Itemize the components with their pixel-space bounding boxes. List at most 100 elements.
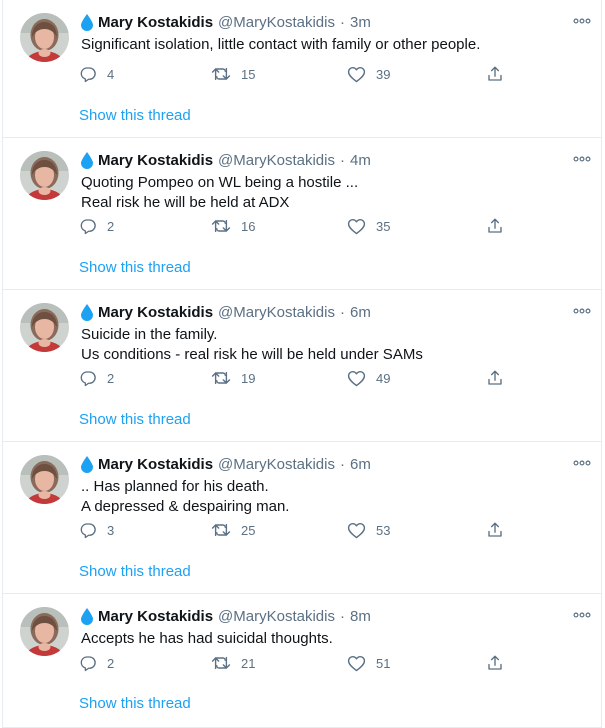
reply-icon	[79, 369, 97, 387]
retweet-count: 16	[241, 218, 256, 234]
retweet-button[interactable]: 15	[211, 64, 255, 84]
like-count: 39	[376, 66, 391, 82]
share-icon	[486, 654, 504, 672]
tweet-text-line: Accepts he has had suicidal thoughts.	[81, 630, 333, 647]
reply-button[interactable]: 4	[79, 64, 114, 84]
avatar[interactable]	[20, 607, 69, 656]
separator: ·	[339, 303, 345, 321]
reply-icon	[79, 521, 97, 539]
author-handle[interactable]: @MaryKostakidis	[218, 14, 335, 31]
retweet-icon	[211, 369, 231, 387]
share-button[interactable]	[486, 216, 504, 236]
separator: ·	[339, 151, 345, 169]
reply-count: 2	[107, 370, 115, 386]
author-handle[interactable]: @MaryKostakidis	[218, 456, 335, 473]
water-drop-icon	[81, 303, 93, 321]
avatar[interactable]	[20, 13, 69, 62]
separator: ·	[339, 13, 345, 31]
reply-icon	[79, 65, 97, 83]
tweet[interactable]: Mary Kostakidis @MaryKostakidis · 6m .. …	[2, 442, 602, 594]
share-button[interactable]	[486, 520, 504, 540]
tweet[interactable]: Mary Kostakidis @MaryKostakidis · 8m Acc…	[2, 594, 602, 728]
tweet-text-line: Significant isolation, little contact wi…	[81, 36, 481, 53]
more-dots-icon[interactable]	[571, 14, 593, 28]
more-dots-icon[interactable]	[571, 608, 593, 622]
show-thread-link[interactable]: Show this thread	[79, 695, 191, 712]
share-button[interactable]	[486, 368, 504, 388]
retweet-count: 19	[241, 370, 256, 386]
tweet-text: Quoting Pompeo on WL being a hostile ...…	[81, 173, 358, 213]
retweet-button[interactable]: 25	[211, 520, 255, 540]
show-thread-link[interactable]: Show this thread	[79, 563, 191, 580]
heart-icon	[347, 65, 366, 83]
show-thread-link[interactable]: Show this thread	[79, 411, 191, 428]
author-name[interactable]: Mary Kostakidis	[98, 456, 213, 473]
retweet-count: 15	[241, 66, 256, 82]
reply-button[interactable]: 2	[79, 653, 114, 673]
like-button[interactable]: 35	[347, 216, 390, 236]
water-drop-icon	[81, 13, 93, 31]
tweet-text: .. Has planned for his death. A depresse…	[81, 477, 289, 517]
retweet-count: 25	[241, 522, 256, 538]
share-button[interactable]	[486, 653, 504, 673]
like-button[interactable]: 51	[347, 653, 390, 673]
share-icon	[486, 65, 504, 83]
water-drop-icon	[81, 455, 93, 473]
timestamp[interactable]: 6m	[350, 456, 371, 473]
retweet-button[interactable]: 16	[211, 216, 255, 236]
tweet-text-line: Real risk he will be held at ADX	[81, 194, 290, 211]
like-count: 49	[376, 370, 391, 386]
more-dots-icon[interactable]	[571, 456, 593, 470]
tweet-text-line: Us conditions - real risk he will be hel…	[81, 346, 423, 363]
timestamp[interactable]: 3m	[350, 14, 371, 31]
retweet-icon	[211, 521, 231, 539]
author-name[interactable]: Mary Kostakidis	[98, 14, 213, 31]
tweet-text: Significant isolation, little contact wi…	[81, 35, 480, 55]
more-dots-icon[interactable]	[571, 152, 593, 166]
avatar[interactable]	[20, 151, 69, 200]
reply-count: 4	[107, 66, 115, 82]
tweet[interactable]: Mary Kostakidis @MaryKostakidis · 3m Sig…	[2, 0, 602, 138]
share-button[interactable]	[486, 64, 504, 84]
separator: ·	[339, 607, 345, 625]
tweet-text-line: A depressed & despairing man.	[81, 498, 290, 515]
more-dots-icon[interactable]	[571, 304, 593, 318]
retweet-icon	[211, 217, 231, 235]
show-thread-link[interactable]: Show this thread	[79, 259, 191, 276]
author-name[interactable]: Mary Kostakidis	[98, 608, 213, 625]
tweet-actions: 4 15 39	[79, 64, 519, 84]
retweet-button[interactable]: 19	[211, 368, 255, 388]
tweet[interactable]: Mary Kostakidis @MaryKostakidis · 4m Quo…	[2, 138, 602, 290]
reply-icon	[79, 654, 97, 672]
author-handle[interactable]: @MaryKostakidis	[218, 304, 335, 321]
tweet[interactable]: Mary Kostakidis @MaryKostakidis · 6m Sui…	[2, 290, 602, 442]
like-count: 35	[376, 218, 391, 234]
water-drop-icon	[81, 607, 93, 625]
reply-button[interactable]: 2	[79, 368, 114, 388]
avatar[interactable]	[20, 303, 69, 352]
separator: ·	[339, 455, 345, 473]
retweet-count: 21	[241, 655, 256, 671]
reply-button[interactable]: 3	[79, 520, 114, 540]
like-button[interactable]: 53	[347, 520, 390, 540]
author-name[interactable]: Mary Kostakidis	[98, 152, 213, 169]
like-count: 53	[376, 522, 391, 538]
retweet-button[interactable]: 21	[211, 653, 255, 673]
timestamp[interactable]: 8m	[350, 608, 371, 625]
reply-button[interactable]: 2	[79, 216, 114, 236]
timestamp[interactable]: 6m	[350, 304, 371, 321]
show-thread-link[interactable]: Show this thread	[79, 107, 191, 124]
tweet-actions: 3 25 53	[79, 520, 519, 540]
like-button[interactable]: 39	[347, 64, 390, 84]
water-drop-icon	[81, 151, 93, 169]
author-handle[interactable]: @MaryKostakidis	[218, 608, 335, 625]
avatar[interactable]	[20, 455, 69, 504]
author-name[interactable]: Mary Kostakidis	[98, 304, 213, 321]
author-handle[interactable]: @MaryKostakidis	[218, 152, 335, 169]
reply-count: 2	[107, 218, 115, 234]
share-icon	[486, 217, 504, 235]
tweet-text: Suicide in the family. Us conditions - r…	[81, 325, 423, 365]
timestamp[interactable]: 4m	[350, 152, 371, 169]
share-icon	[486, 521, 504, 539]
like-button[interactable]: 49	[347, 368, 390, 388]
